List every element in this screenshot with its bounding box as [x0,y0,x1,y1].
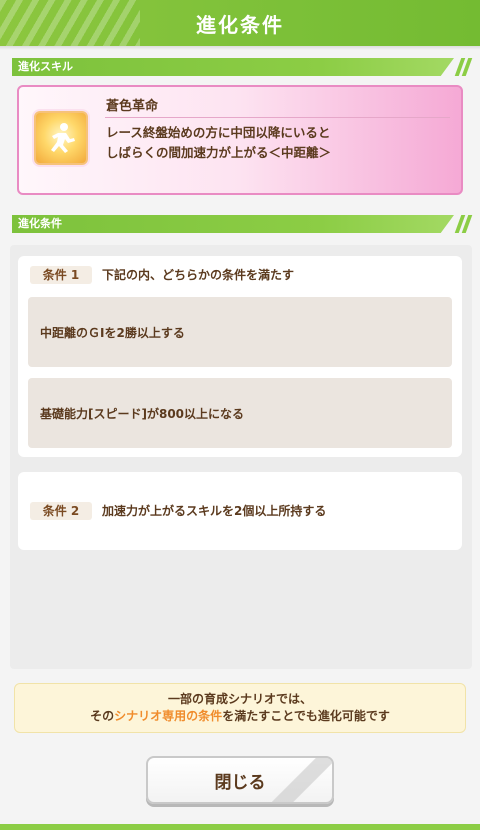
header-shadow [0,46,480,50]
dialog-header: 進化条件 [0,0,480,46]
condition-section-label: 進化条件 [18,217,62,230]
skill-section-header: 進化スキル [12,58,473,76]
skill-description-line2: しばらくの間加速力が上がる＜中距離＞ [106,145,332,160]
condition-card-2: 条件 2 加速力が上がるスキルを2個以上所持する [18,472,462,550]
skill-divider [105,117,450,118]
skill-section-label: 進化スキル [18,60,73,73]
skill-description-line1: レース終盤始めの方に中団以降にいると [106,125,331,140]
notice-highlight: シナリオ専用の条件 [114,709,223,723]
condition-item-1a: 中距離のＧⅠを2勝以上する [28,297,452,367]
skill-description: レース終盤始めの方に中団以降にいると しばらくの間加速力が上がる＜中距離＞ [106,123,451,163]
scenario-notice: 一部の育成シナリオでは、 そのシナリオ専用の条件を満たすことでも進化可能です [14,683,466,733]
running-figure-icon [34,111,88,165]
close-button[interactable]: 閉じる [146,756,334,804]
condition-card-1: 条件 1 下記の内、どちらかの条件を満たす 中距離のＧⅠを2勝以上する 基礎能力… [18,256,462,457]
dialog-title: 進化条件 [196,12,284,37]
condition-text-2: 加速力が上がるスキルを2個以上所持する [102,504,327,518]
condition-tag-1: 条件 1 [30,266,92,284]
bottom-accent-band [0,824,480,830]
skill-card: 蒼色革命 レース終盤始めの方に中団以降にいると しばらくの間加速力が上がる＜中距… [17,85,463,195]
condition-item-1b: 基礎能力[スピード]が800以上になる [28,378,452,448]
notice-line1: 一部の育成シナリオでは、 [167,692,312,706]
condition-tag-2: 条件 2 [30,502,92,520]
condition-text-1: 下記の内、どちらかの条件を満たす [102,268,295,282]
close-button-label: 閉じる [214,772,266,793]
skill-name: 蒼色革命 [106,99,159,114]
notice-line2: そのシナリオ専用の条件を満たすことでも進化可能です [90,709,390,723]
condition-section-header: 進化条件 [12,215,473,233]
